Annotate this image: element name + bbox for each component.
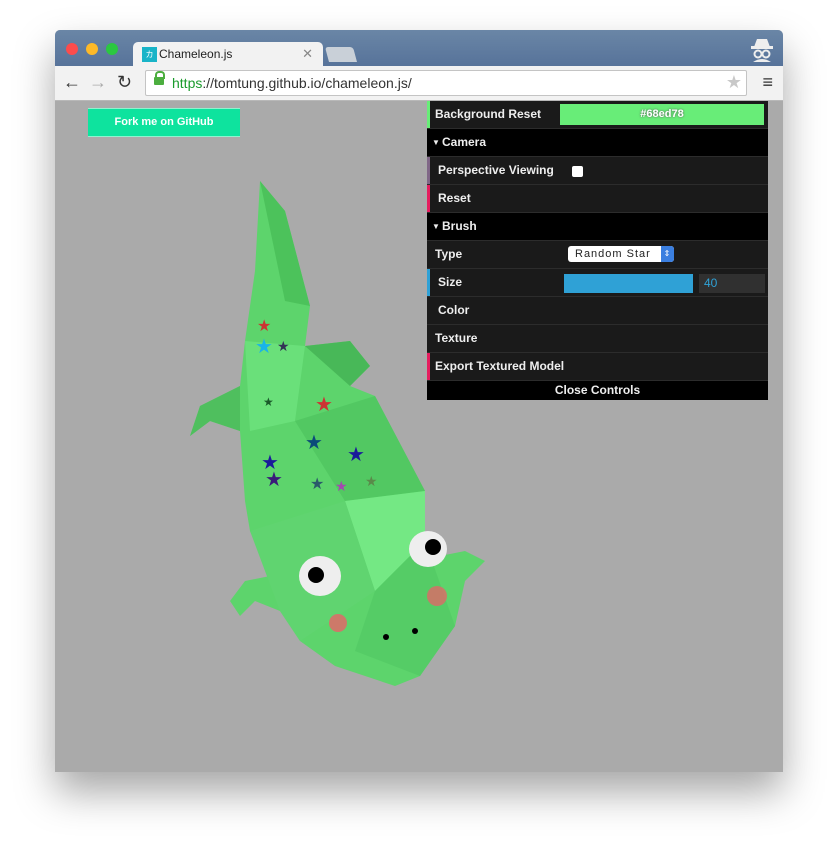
- url-text: ://tomtung.github.io/chameleon.js/: [202, 75, 412, 91]
- camera-reset-label: Reset: [438, 191, 471, 205]
- svg-text:★: ★: [310, 476, 324, 493]
- brush-size-value: 40: [704, 276, 718, 290]
- title-bar: カメ Chameleon.js ✕: [55, 30, 783, 66]
- lock-icon: [154, 71, 165, 85]
- url-scheme: https: [172, 75, 203, 91]
- browser-window: カメ Chameleon.js ✕ ← → ↻ https://tomtung.…: [55, 30, 783, 772]
- brush-size-input[interactable]: 40: [699, 274, 765, 293]
- triangle-down-icon: ▼: [432, 138, 440, 147]
- brush-color-label: Color: [438, 303, 470, 317]
- svg-text:★: ★: [365, 473, 378, 489]
- close-icon[interactable]: ✕: [302, 46, 313, 62]
- tab-chameleon[interactable]: カメ Chameleon.js ✕: [133, 42, 323, 66]
- close-controls-button[interactable]: Close Controls: [427, 381, 768, 400]
- address-bar[interactable]: https://tomtung.github.io/chameleon.js/ …: [145, 70, 747, 96]
- back-arrow-icon[interactable]: ←: [63, 72, 81, 92]
- svg-text:★: ★: [255, 336, 273, 358]
- minimize-window-button[interactable]: [86, 43, 98, 55]
- brush-size-slider[interactable]: [564, 274, 693, 293]
- brush-size-label: Size: [438, 275, 463, 289]
- background-reset-label: Background Reset: [435, 107, 542, 121]
- slider-fill: [564, 274, 693, 293]
- perspective-viewing-row[interactable]: Perspective Viewing: [427, 157, 768, 185]
- export-label: Export Textured Model: [435, 359, 565, 373]
- brush-texture-row[interactable]: Texture: [427, 325, 768, 353]
- triangle-down-icon: ▼: [432, 222, 440, 231]
- close-window-button[interactable]: [66, 43, 78, 55]
- browser-toolbar: ← → ↻ https://tomtung.github.io/chameleo…: [55, 66, 783, 101]
- svg-text:★: ★: [277, 338, 290, 354]
- camera-folder-header[interactable]: ▼ Camera: [427, 129, 768, 157]
- brush-color-row[interactable]: Color: [427, 297, 768, 325]
- svg-text:★: ★: [347, 444, 365, 466]
- brush-folder-header[interactable]: ▼ Brush: [427, 213, 768, 241]
- svg-text:★: ★: [265, 469, 283, 491]
- brush-type-value: Random Star: [575, 248, 651, 260]
- maximize-window-button[interactable]: [106, 43, 118, 55]
- incognito-icon: [751, 39, 773, 62]
- controls-panel: Background Reset #68ed78 ▼ Camera Perspe…: [427, 101, 768, 400]
- favicon-icon: カメ: [142, 47, 157, 62]
- reload-icon[interactable]: ↻: [117, 72, 132, 92]
- svg-text:★: ★: [335, 478, 348, 494]
- new-tab-button[interactable]: [324, 47, 358, 62]
- camera-reset-button[interactable]: Reset: [427, 185, 768, 213]
- brush-type-row: Type Random Star ⇕: [427, 241, 768, 269]
- brush-title: Brush: [442, 219, 477, 233]
- export-textured-model-button[interactable]: Export Textured Model: [427, 353, 768, 381]
- camera-title: Camera: [442, 135, 487, 149]
- perspective-viewing-checkbox[interactable]: [572, 166, 583, 177]
- perspective-viewing-label: Perspective Viewing: [438, 163, 554, 177]
- fork-github-button[interactable]: Fork me on GitHub: [88, 108, 240, 137]
- svg-text:★: ★: [257, 318, 271, 335]
- svg-text:★: ★: [305, 432, 323, 454]
- background-reset-row[interactable]: Background Reset #68ed78: [427, 101, 768, 129]
- brush-type-select[interactable]: Random Star ⇕: [568, 246, 674, 262]
- forward-arrow-icon[interactable]: →: [89, 72, 107, 92]
- webgl-canvas[interactable]: Fork me on GitHub ★ ★ ★ ★ ★ ★ ★ ★ ★ ★ ★ …: [55, 101, 783, 772]
- brush-texture-label: Texture: [435, 331, 478, 345]
- tab-title: Chameleon.js: [159, 47, 233, 61]
- brush-type-label: Type: [435, 247, 463, 261]
- select-arrows-icon: ⇕: [661, 246, 674, 262]
- svg-text:★: ★: [263, 395, 274, 409]
- brush-size-row: Size 40: [427, 269, 768, 297]
- bookmark-star-icon[interactable]: ★: [726, 72, 742, 93]
- background-color-field[interactable]: #68ed78: [560, 104, 764, 125]
- menu-icon[interactable]: ≡: [762, 72, 773, 93]
- svg-text:★: ★: [315, 394, 333, 416]
